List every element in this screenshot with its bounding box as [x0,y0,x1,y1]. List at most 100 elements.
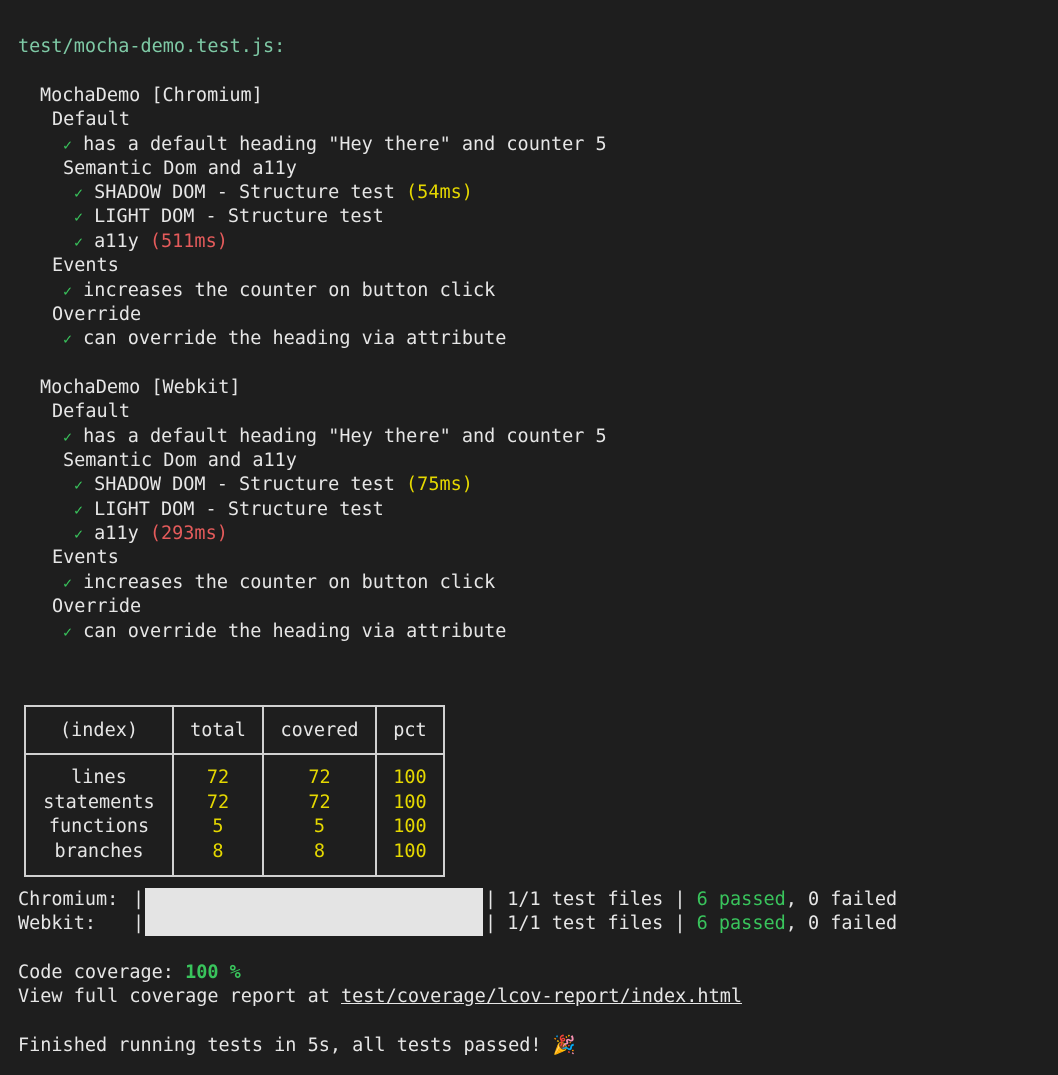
test-row: ✓ SHADOW DOM - Structure test (75ms) [74,473,473,497]
check-icon: ✓ [63,136,73,154]
test-row: ✓ LIGHT DOM - Structure test [74,498,384,522]
describe-semantic: Semantic Dom and a11y [63,450,297,471]
test-title: has a default heading "Hey there" and co… [83,134,607,155]
check-icon: ✓ [74,184,84,202]
test-title: has a default heading "Hey there" and co… [83,426,607,447]
total-cell: 72 [172,790,264,815]
covered-cell: 8 [262,839,377,877]
covered-cell: 5 [262,815,377,840]
coverage-label: Code coverage: [18,962,174,983]
test-title: increases the counter on button click [83,572,496,593]
describe-default: Default [52,401,130,422]
test-title: SHADOW DOM - Structure test [94,182,395,203]
test-file-header: test/mocha-demo.test.js: [18,36,286,57]
test-row: ✓ has a default heading "Hey there" and … [63,425,607,449]
test-title: LIGHT DOM - Structure test [94,499,384,520]
check-icon: ✓ [63,282,73,300]
total-cell: 5 [172,815,264,840]
table-row: lines 72 72 100 [24,754,445,791]
test-title: can override the heading via attribute [83,328,507,349]
describe-events: Events [52,255,119,276]
row-label: lines [24,754,174,791]
suite-title: MochaDemo [Chromium] [40,85,263,106]
column-header: (index) [24,705,174,755]
party-popper-icon: 🎉 [552,1035,576,1056]
passed-count: 6 passed [696,889,786,910]
progress-summary: | 1/1 test files | 6 passed, 0 failed [485,889,898,910]
table-row: statements 72 72 100 [24,790,445,815]
coverage-value: 100 % [185,962,241,983]
finished-line: Finished running tests in 5s, all tests … [18,1034,576,1058]
progress-bar-chromium [145,888,483,912]
test-title: increases the counter on button click [83,280,496,301]
check-icon: ✓ [63,623,73,641]
total-cell: 72 [172,754,264,791]
test-row: ✓ has a default heading "Hey there" and … [63,133,607,157]
coverage-report-line: View full coverage report at test/covera… [18,985,742,1009]
progress-bar-webkit [145,912,483,936]
column-header: pct [375,705,445,755]
test-row: ✓ increases the counter on button click [63,571,495,595]
pct-cell: 100 [375,754,445,791]
test-row: ✓ can override the heading via attribute [63,327,506,351]
table-row: functions 5 5 100 [24,815,445,840]
describe-semantic: Semantic Dom and a11y [63,158,297,179]
check-icon: ✓ [63,574,73,592]
test-row: ✓ LIGHT DOM - Structure test [74,205,384,229]
column-header: total [172,705,264,755]
check-icon: ✓ [74,525,84,543]
pct-cell: 100 [375,815,445,840]
suite-title: MochaDemo [Webkit] [40,377,241,398]
passed-count: 6 passed [696,913,786,934]
test-duration: (54ms) [406,182,473,203]
progress-bar-edge: | [133,913,145,934]
test-title: can override the heading via attribute [83,621,507,642]
total-cell: 8 [172,839,264,877]
coverage-report-link[interactable]: test/coverage/lcov-report/index.html [341,986,742,1007]
test-duration: (75ms) [406,474,473,495]
test-row: ✓ a11y (511ms) [74,230,228,254]
row-label: functions [24,815,174,840]
column-header: covered [262,705,377,755]
describe-events: Events [52,547,119,568]
test-row: ✓ increases the counter on button click [63,279,495,303]
covered-cell: 72 [262,754,377,791]
check-icon: ✓ [74,501,84,519]
browser-label: Chromium: [18,889,119,910]
test-duration: (293ms) [149,523,228,544]
test-title: SHADOW DOM - Structure test [94,474,395,495]
coverage-line: Code coverage: 100 % [18,961,241,985]
test-title: LIGHT DOM - Structure test [94,206,384,227]
coverage-table: (index) total covered pct lines 72 72 10… [24,705,445,877]
files-count: | 1/1 test files | [485,913,686,934]
failed-count: 0 failed [808,913,898,934]
report-prefix: View full coverage report at [18,986,330,1007]
test-row: ✓ can override the heading via attribute [63,620,506,644]
table-row: branches 8 8 100 [24,839,445,877]
progress-bar-edge: | [133,889,145,910]
check-icon: ✓ [63,330,73,348]
failed-count: 0 failed [808,889,898,910]
pct-cell: 100 [375,790,445,815]
test-row: ✓ SHADOW DOM - Structure test (54ms) [74,181,473,205]
covered-cell: 72 [262,790,377,815]
check-icon: ✓ [74,476,84,494]
browser-label: Webkit: [18,913,96,934]
row-label: branches [24,839,174,877]
check-icon: ✓ [74,233,84,251]
pct-cell: 100 [375,839,445,877]
check-icon: ✓ [74,208,84,226]
test-title: a11y [94,523,139,544]
check-icon: ✓ [63,428,73,446]
describe-override: Override [52,304,142,325]
finished-text: Finished running tests in 5s, all tests … [18,1035,542,1056]
test-title: a11y [94,231,139,252]
progress-summary: | 1/1 test files | 6 passed, 0 failed [485,913,898,934]
terminal-output: test/mocha-demo.test.js: MochaDemo [Chro… [0,0,1058,1075]
describe-default: Default [52,109,130,130]
row-label: statements [24,790,174,815]
test-duration: (511ms) [149,231,228,252]
describe-override: Override [52,596,142,617]
test-row: ✓ a11y (293ms) [74,522,228,546]
files-count: | 1/1 test files | [485,889,686,910]
